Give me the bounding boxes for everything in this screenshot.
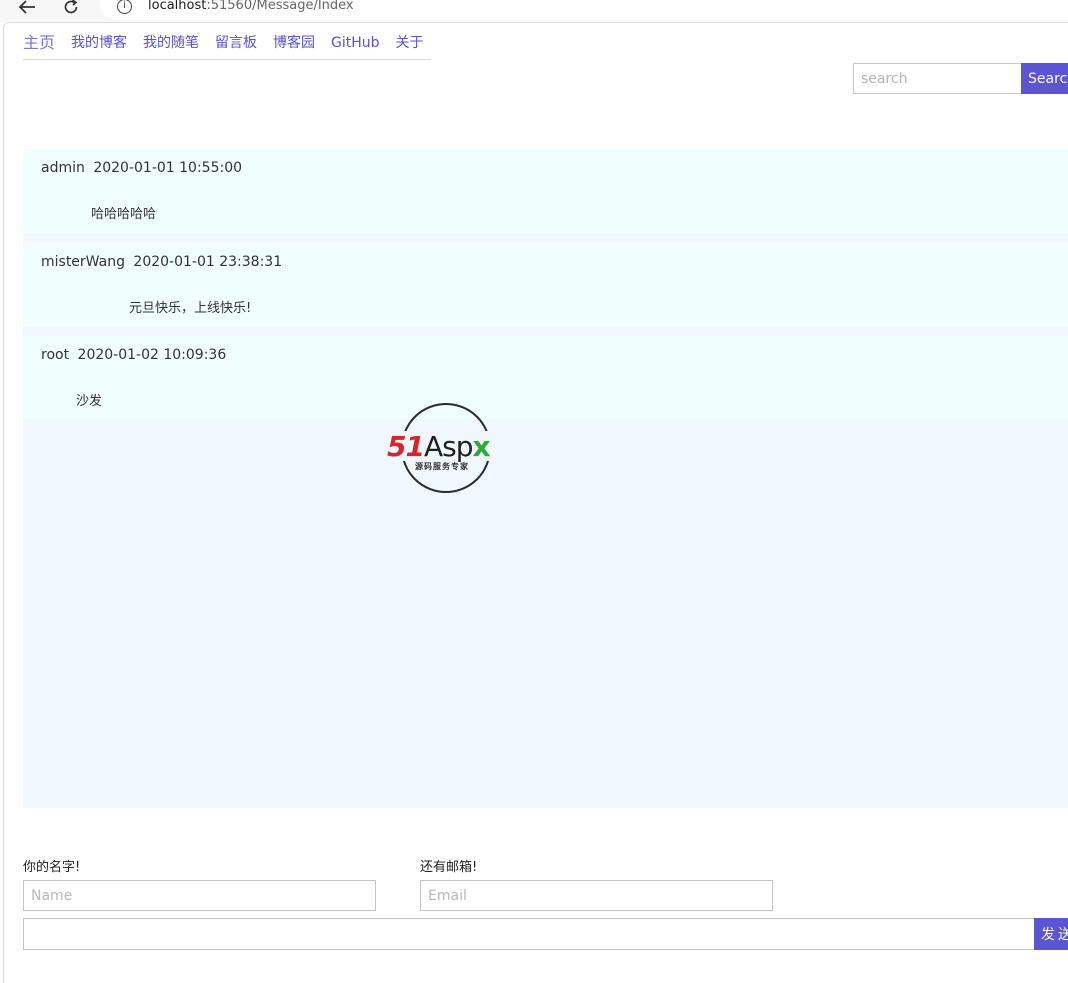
reload-icon[interactable] (60, 0, 82, 18)
nav-github[interactable]: GitHub (331, 33, 380, 53)
url-host: localhost (148, 0, 207, 13)
nav-my-essays[interactable]: 我的随笔 (143, 33, 199, 53)
message-content: 沙发 (76, 394, 103, 409)
logo-tagline: 源码服务专家 (415, 462, 469, 471)
name-field[interactable] (23, 880, 376, 911)
email-field[interactable] (420, 880, 773, 911)
message-field[interactable] (23, 918, 1035, 950)
search-input[interactable] (853, 63, 1022, 94)
nav-cnblogs[interactable]: 博客园 (273, 33, 315, 53)
message-time: 2020-01-02 10:09:36 (77, 347, 227, 363)
nav-home[interactable]: 主页 (23, 33, 55, 53)
message-author: misterWang (41, 254, 125, 270)
nav-my-blog[interactable]: 我的博客 (71, 33, 127, 53)
url-path: :51560/Message/Index (206, 0, 354, 13)
message-item: root 2020-01-02 10:09:36 沙发 (23, 336, 1068, 419)
nav-about[interactable]: 关于 (396, 33, 424, 53)
search-button[interactable]: Search (1021, 63, 1068, 94)
site-nav: 主页 我的博客 我的随笔 留言板 博客园 GitHub 关于 (23, 33, 431, 60)
message-item: misterWang 2020-01-01 23:38:31 元旦快乐，上线快乐… (23, 243, 1068, 326)
message-time: 2020-01-01 10:55:00 (93, 160, 243, 176)
message-content: 哈哈哈哈哈 (91, 207, 157, 222)
message-author: root (41, 347, 70, 363)
message-author: admin (41, 160, 85, 176)
watermark-logo: 51Aspx 源码服务专家 (383, 401, 513, 495)
message-item: admin 2020-01-01 10:55:00 哈哈哈哈哈 (23, 149, 1068, 233)
message-content: 元旦快乐，上线快乐! (129, 301, 252, 316)
message-meta: admin 2020-01-01 10:55:00 (41, 149, 1050, 189)
message-time: 2020-01-01 23:38:31 (133, 254, 283, 270)
message-meta: misterWang 2020-01-01 23:38:31 (41, 243, 1050, 283)
email-label: 还有邮箱! (420, 860, 478, 875)
name-label: 你的名字! (23, 860, 81, 875)
logo-wordmark: 51Aspx (387, 430, 491, 463)
browser-toolbar: i localhost:51560/Message/Index (0, 0, 1068, 22)
message-meta: root 2020-01-02 10:09:36 (41, 336, 1050, 376)
url-text[interactable]: localhost:51560/Message/Index (148, 0, 354, 13)
back-icon[interactable] (16, 0, 38, 18)
send-button[interactable]: 发送 (1034, 918, 1068, 950)
message-board: admin 2020-01-01 10:55:00 哈哈哈哈哈 misterWa… (23, 149, 1068, 808)
nav-message-board[interactable]: 留言板 (215, 33, 257, 53)
